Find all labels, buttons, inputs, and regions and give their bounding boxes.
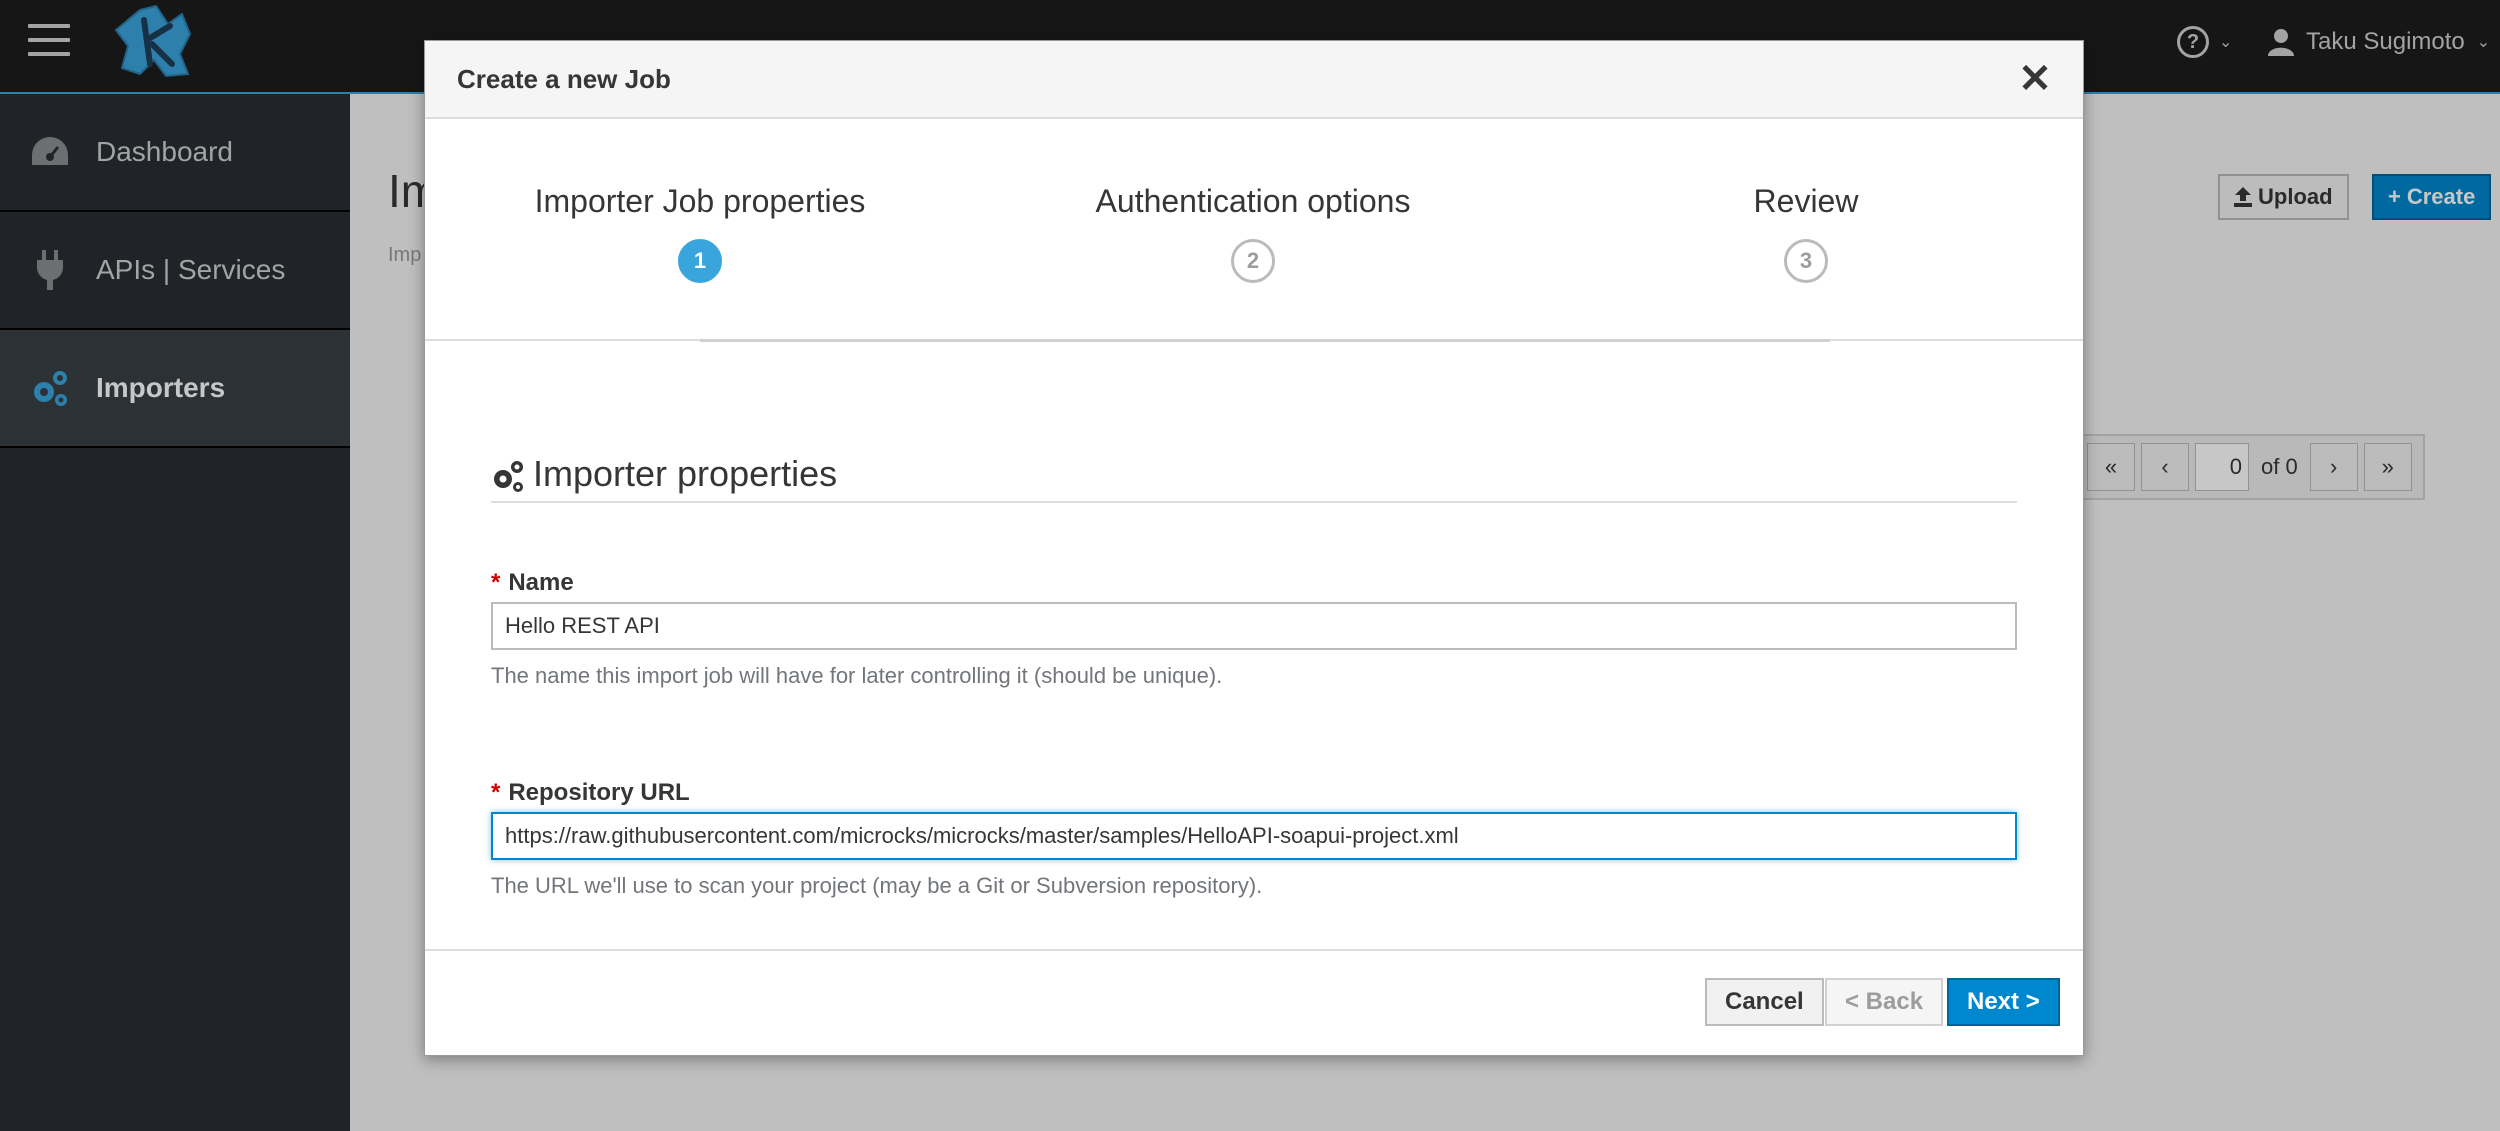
name-help-text: The name this import job will have for l… <box>491 663 1223 688</box>
name-field-label: * Name <box>491 569 574 597</box>
cancel-button[interactable]: Cancel <box>1705 978 1824 1026</box>
step-number: 1 <box>678 239 722 283</box>
modal-header: Create a new Job ✕ <box>425 41 2083 119</box>
name-label-text: Name <box>508 569 574 596</box>
step-number: 2 <box>1231 239 1275 283</box>
repository-url-help-text: The URL we'll use to scan your project (… <box>491 873 1263 898</box>
step-number: 3 <box>1784 239 1828 283</box>
repository-url-input[interactable] <box>491 812 2017 860</box>
modal-body: Importer properties * Name The name this … <box>425 341 2085 951</box>
required-marker: * <box>491 569 501 596</box>
name-input[interactable] <box>491 602 2017 650</box>
modal-footer: Cancel < Back Next > <box>425 949 2083 1057</box>
wizard-steps: Importer Job properties 1 Authentication… <box>425 119 2083 342</box>
section-title: Importer properties <box>533 453 838 494</box>
close-icon[interactable]: ✕ <box>2015 59 2055 99</box>
step-label: Authentication options <box>1095 183 1411 219</box>
step-label: Review <box>1753 183 1859 219</box>
modal-title: Create a new Job <box>457 63 671 94</box>
create-job-modal: Create a new Job ✕ Importer Job properti… <box>424 40 2084 1056</box>
back-button[interactable]: < Back <box>1825 978 1944 1026</box>
repository-url-label-text: Repository URL <box>508 779 690 806</box>
next-button[interactable]: Next > <box>1947 978 2060 1026</box>
section-heading: Importer properties <box>491 453 2017 503</box>
step-label: Importer Job properties <box>534 183 866 219</box>
repository-url-field-label: * Repository URL <box>491 779 690 807</box>
required-marker: * <box>491 779 501 806</box>
cogs-icon <box>494 461 523 492</box>
